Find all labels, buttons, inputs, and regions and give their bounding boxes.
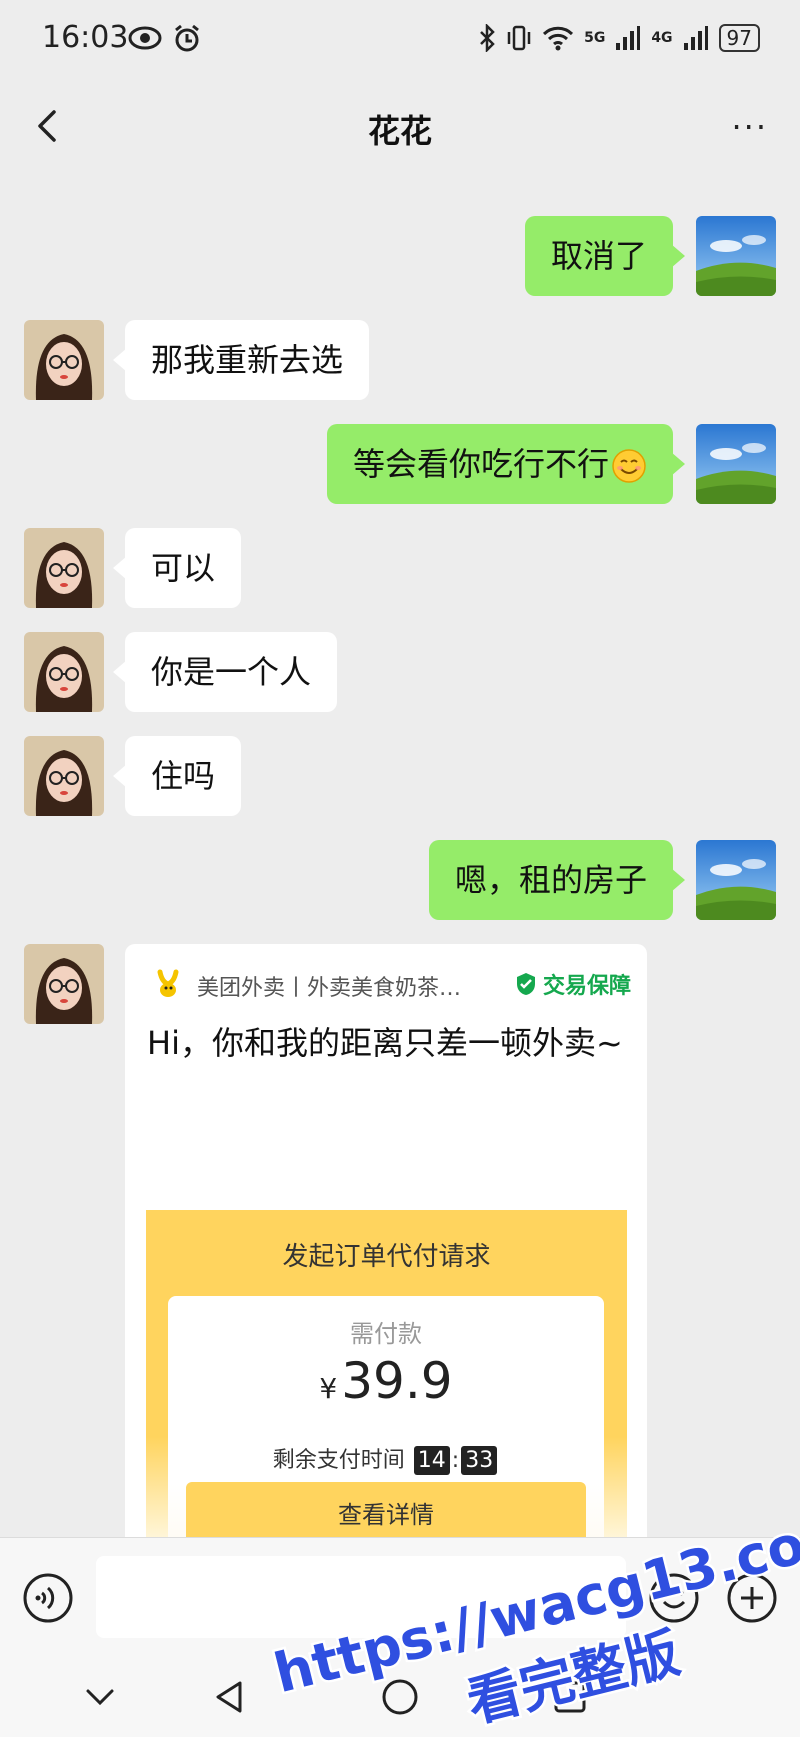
girl-avatar-image xyxy=(24,736,104,816)
self-avatar[interactable] xyxy=(696,216,776,296)
message-list[interactable]: 取消了 那我重新去选 等会看你吃行不行 可以 你是一个人 住吗 嗯，租的房子 美… xyxy=(0,172,800,1537)
landscape-avatar-image xyxy=(696,424,776,504)
status-time: 16:03 xyxy=(42,20,129,55)
message-text: 嗯，租的房子 xyxy=(454,861,647,899)
signal-icon xyxy=(616,26,641,50)
system-navigation-bar xyxy=(0,1657,800,1737)
alarm-icon xyxy=(175,24,199,52)
pay-request-panel: 发起订单代付请求 需付款 ¥39.9 剩余支付时间 14:33 查看详情 xyxy=(146,1210,627,1537)
self-avatar[interactable] xyxy=(696,424,776,504)
peer-avatar[interactable] xyxy=(24,528,104,608)
currency-symbol: ¥ xyxy=(319,1372,338,1405)
message-bubble-peer[interactable]: 住吗 xyxy=(112,736,242,816)
remaining-time: 剩余支付时间 14:33 xyxy=(168,1442,604,1475)
card-header: 美团外卖丨外卖美食奶茶… 交易保障 xyxy=(151,964,631,1004)
timer-separator: : xyxy=(451,1448,460,1473)
battery-indicator: 97 xyxy=(718,24,760,52)
peer-avatar[interactable] xyxy=(24,320,104,400)
message-text: 你是一个人 xyxy=(151,653,312,691)
nav-home-circle-icon[interactable] xyxy=(378,1675,422,1719)
card-message: Hi，你和我的距离只差一顿外卖~ xyxy=(147,1024,623,1062)
message-text: 取消了 xyxy=(550,237,647,275)
chevron-down-icon[interactable] xyxy=(78,1675,122,1719)
landscape-avatar-image xyxy=(696,216,776,296)
signal-icon-2 xyxy=(683,26,708,50)
girl-avatar-image xyxy=(24,632,104,712)
message-text: 等会看你吃行不行 xyxy=(352,445,609,483)
remaining-time-label: 剩余支付时间 xyxy=(272,1448,405,1473)
message-bubble-self[interactable]: 等会看你吃行不行 xyxy=(326,424,686,504)
amount-due-label: 需付款 xyxy=(350,1320,422,1348)
message-text: 住吗 xyxy=(151,757,216,795)
message-input-bar xyxy=(0,1537,800,1657)
more-options-button[interactable]: ··· xyxy=(731,108,768,146)
smiling-face-emoji xyxy=(612,449,646,483)
nav-back-triangle-icon[interactable] xyxy=(208,1675,252,1719)
message-bubble-self[interactable]: 嗯，租的房子 xyxy=(428,840,686,920)
message-bubble-peer[interactable]: 那我重新去选 xyxy=(112,320,370,400)
eye-icon xyxy=(128,26,162,50)
girl-avatar-image xyxy=(24,320,104,400)
message-bubble-self[interactable]: 取消了 xyxy=(524,216,686,296)
network-4g-label: 4G xyxy=(651,30,673,46)
view-details-button[interactable]: 查看详情 xyxy=(186,1482,586,1537)
peer-avatar[interactable] xyxy=(24,632,104,712)
shield-check-icon xyxy=(516,973,535,995)
message-text: 可以 xyxy=(151,549,216,587)
trade-guarantee-badge: 交易保障 xyxy=(515,968,631,1000)
card-source-label: 美团外卖丨外卖美食奶茶… xyxy=(197,976,462,1001)
message-bubble-peer[interactable]: 你是一个人 xyxy=(112,632,338,712)
landscape-avatar-image xyxy=(696,840,776,920)
girl-avatar-image xyxy=(24,528,104,608)
wifi-icon xyxy=(543,26,574,51)
nav-recents-square-icon[interactable] xyxy=(548,1675,592,1719)
vibrate-icon xyxy=(507,25,531,51)
pay-request-title: 发起订单代付请求 xyxy=(282,1242,491,1272)
message-text: 那我重新去选 xyxy=(151,341,344,379)
payment-request-card[interactable]: 美团外卖丨外卖美食奶茶… 交易保障 Hi，你和我的距离只差一顿外卖~ 发起订单代… xyxy=(125,944,647,1537)
timer-seconds: 33 xyxy=(461,1446,498,1475)
guarantee-label: 交易保障 xyxy=(542,974,631,999)
network-5g-label: 5G xyxy=(584,30,606,46)
amount-due-value: ¥39.9 xyxy=(168,1352,604,1410)
status-right-icons: 5G 4G 97 xyxy=(478,24,760,52)
status-bar: 16:03 5G 4G 97 xyxy=(0,0,800,80)
chat-header: 花花 ··· xyxy=(0,80,800,172)
peer-avatar[interactable] xyxy=(24,736,104,816)
message-bubble-peer[interactable]: 可以 xyxy=(112,528,242,608)
amount-number: 39.9 xyxy=(341,1352,453,1410)
timer-minutes: 14 xyxy=(413,1446,450,1475)
peer-avatar[interactable] xyxy=(24,944,104,1024)
status-left-icons xyxy=(128,24,202,54)
emoji-picker-icon[interactable] xyxy=(648,1572,700,1624)
girl-avatar-image xyxy=(24,944,104,1024)
self-avatar[interactable] xyxy=(696,840,776,920)
chat-title: 花花 xyxy=(367,112,432,150)
voice-input-icon[interactable] xyxy=(22,1572,74,1624)
add-attachment-icon[interactable] xyxy=(726,1572,778,1624)
meituan-kangaroo-icon xyxy=(151,966,185,1000)
message-text-input[interactable] xyxy=(96,1556,626,1638)
payment-summary: 需付款 ¥39.9 剩余支付时间 14:33 查看详情 xyxy=(168,1296,604,1537)
bluetooth-icon xyxy=(480,24,495,52)
